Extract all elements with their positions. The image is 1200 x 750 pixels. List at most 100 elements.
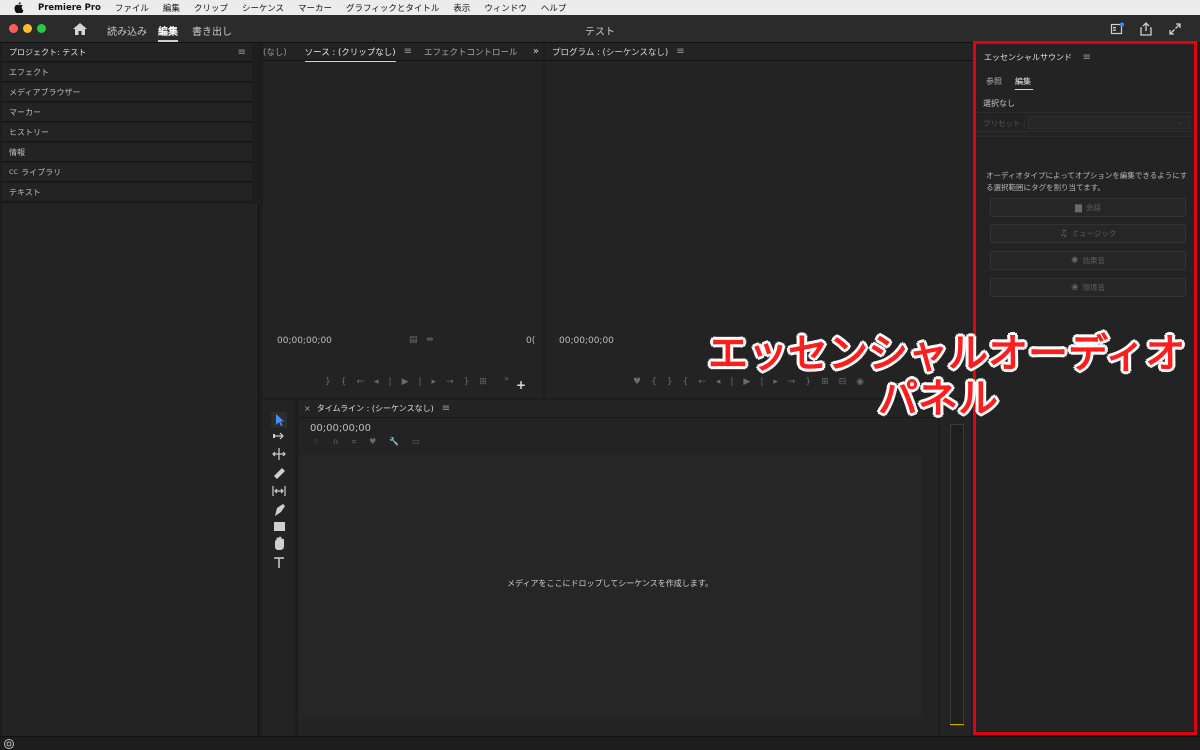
macos-menubar: Premiere Pro ファイル 編集 クリップ シーケンス マーカー グラフ… [0, 0, 1200, 15]
timeline-panel-title[interactable]: タイムライン : (シーケンスなし) [317, 403, 434, 414]
timeline-panel: × タイムライン : (シーケンスなし) ≡ 00;00;00;00 ⁘∩⌗♥🔧… [298, 400, 938, 736]
audio-meter-bar [950, 424, 964, 726]
program-timecode[interactable]: 00;00;00;00 [559, 336, 614, 346]
cc-libraries-panel-tab[interactable]: CC ライブラリ [2, 163, 252, 182]
menubar-app-name[interactable]: Premiere Pro [38, 3, 101, 13]
razor-tool-icon[interactable] [274, 468, 285, 479]
project-panel-body [2, 204, 259, 736]
project-panel-title: プロジェクト: テスト [9, 47, 87, 57]
active-tab-underline [304, 60, 396, 62]
menu-view[interactable]: 表示 [453, 2, 470, 14]
quick-export-icon[interactable] [1110, 22, 1124, 36]
hand-tool-icon[interactable] [275, 536, 284, 550]
apple-icon[interactable] [14, 2, 24, 13]
mark-out-icon[interactable]: } [325, 377, 341, 387]
pen-tool-icon[interactable] [275, 504, 285, 516]
menu-marker[interactable]: マーカー [298, 2, 332, 14]
left-panel-group: プロジェクト: テスト ≡ エフェクト メディアブラウザー マーカー ヒストリー… [0, 43, 261, 736]
extract-icon[interactable]: ⊟ [839, 377, 857, 387]
ripple-edit-tool-icon[interactable] [272, 448, 286, 460]
source-timecode[interactable]: 00;00;00;00 [277, 336, 332, 346]
go-to-out-icon-program[interactable]: →} [788, 377, 821, 387]
markers-panel-tab[interactable]: マーカー [2, 103, 252, 122]
menu-clip[interactable]: クリップ [194, 2, 228, 14]
add-marker-icon[interactable]: ♥ [633, 377, 651, 387]
annotation-line-1: エッセンシャルオーディオ [708, 331, 1186, 377]
tools-panel [263, 400, 295, 736]
snap-icon[interactable]: ∩ [333, 437, 352, 446]
fullscreen-icon[interactable] [1168, 22, 1182, 36]
source-duration: 0( [526, 336, 536, 346]
text-panel-tab[interactable]: テキスト [2, 183, 252, 202]
tab-source[interactable]: ソース : (クリップなし) [304, 46, 396, 62]
menu-sequence[interactable]: シーケンス [242, 2, 284, 14]
linked-selection-icon[interactable]: ⌗ [352, 437, 370, 446]
drag-video-icon[interactable]: ▤ [409, 335, 418, 345]
play-icon-program[interactable]: ▶ [743, 377, 760, 387]
track-select-tool-icon[interactable] [273, 432, 284, 440]
mark-in-icon[interactable]: { [651, 377, 667, 387]
tab-cut-off[interactable]: (なし) [263, 46, 287, 58]
menu-window[interactable]: ウィンドウ [484, 2, 527, 14]
go-to-out-icon[interactable]: →} [446, 377, 479, 387]
timeline-tool-row: ⁘∩⌗♥🔧▭ [313, 437, 433, 447]
app-titlebar: 読み込み 編集 書き出し テスト [0, 15, 1200, 43]
timeline-empty-message: メディアをここにドロップしてシーケンスを作成します。 [507, 579, 713, 588]
effects-panel-tab[interactable]: エフェクト [2, 63, 252, 82]
rectangle-tool-icon[interactable] [274, 522, 285, 531]
close-timeline-icon[interactable]: × [304, 404, 311, 413]
selection-tool-icon[interactable] [271, 412, 287, 428]
menu-file[interactable]: ファイル [115, 2, 149, 14]
program-transport-controls: ♥{}{←◂|▶|▸→}⊞⊟◉ [633, 377, 874, 387]
timeline-panel-menu-icon[interactable]: ≡ [442, 403, 450, 414]
source-transport-controls: }{←◂|▶|▸→}⊞ [325, 377, 497, 387]
captions-icon[interactable]: ▭ [412, 437, 433, 446]
audio-meter-floor [950, 724, 964, 725]
project-title: テスト [585, 27, 615, 38]
lift-icon[interactable]: ⊞ [821, 377, 839, 387]
panel-menu-icon[interactable]: ≡ [238, 47, 246, 58]
annotation-line-2: パネル [878, 376, 998, 422]
share-icon[interactable] [1139, 22, 1153, 36]
project-panel-tab[interactable]: プロジェクト: テスト ≡ [2, 43, 252, 62]
active-tab-indicator [158, 40, 178, 42]
type-tool-icon[interactable] [274, 557, 284, 568]
program-panel-menu-icon[interactable]: ≡ [676, 46, 684, 57]
source-panel-menu-icon[interactable]: ≡ [404, 46, 412, 57]
go-to-in-icon-program[interactable]: {← [683, 377, 716, 387]
mark-out-icon-program[interactable]: } [667, 377, 683, 387]
step-back-icon-program[interactable]: ◂| [716, 377, 744, 387]
history-panel-tab[interactable]: ヒストリー [2, 123, 252, 142]
nest-icon[interactable]: ⁘ [313, 437, 333, 446]
essential-panel-highlight-box [973, 41, 1197, 735]
more-controls-icon[interactable]: » [504, 374, 509, 383]
background-tasks-icon[interactable] [3, 738, 15, 750]
cc-libraries-label: ライブラリ [21, 167, 62, 177]
menu-graphics[interactable]: グラフィックとタイトル [346, 2, 439, 14]
slip-tool-icon[interactable] [272, 486, 286, 496]
media-browser-panel-tab[interactable]: メディアブラウザー [2, 83, 252, 102]
more-tabs-icon[interactable]: » [533, 46, 539, 57]
go-to-in-icon[interactable]: {← [341, 377, 374, 387]
audio-meter-panel [940, 400, 971, 736]
program-panel-title[interactable]: プログラム : (シーケンスなし) [552, 46, 668, 58]
info-panel-tab[interactable]: 情報 [2, 143, 252, 162]
button-editor-icon[interactable]: + [516, 378, 526, 392]
tab-source-label: ソース : (クリップなし) [304, 47, 396, 58]
wrench-icon[interactable]: 🔧 [389, 437, 412, 446]
insert-icon[interactable]: ⊞ [479, 377, 497, 387]
source-monitor-panel: (なし) ソース : (クリップなし) ≡ エフェクトコントロール » 00;0… [263, 43, 543, 398]
timeline-timecode[interactable]: 00;00;00;00 [310, 423, 371, 434]
drag-audio-icon[interactable]: ⇹ [426, 335, 434, 345]
step-forward-icon-program[interactable]: |▸ [760, 377, 788, 387]
play-icon[interactable]: ▶ [402, 377, 419, 387]
export-frame-icon[interactable]: ◉ [856, 377, 874, 387]
add-marker-timeline-icon[interactable]: ♥ [369, 437, 389, 446]
menu-help[interactable]: ヘルプ [541, 2, 567, 14]
menu-edit[interactable]: 編集 [163, 2, 180, 14]
status-bar [0, 736, 1200, 750]
cc-prefix: CC [9, 168, 19, 176]
step-forward-icon[interactable]: |▸ [419, 377, 447, 387]
tab-effect-controls[interactable]: エフェクトコントロール [424, 46, 518, 58]
step-back-icon[interactable]: ◂| [374, 377, 402, 387]
